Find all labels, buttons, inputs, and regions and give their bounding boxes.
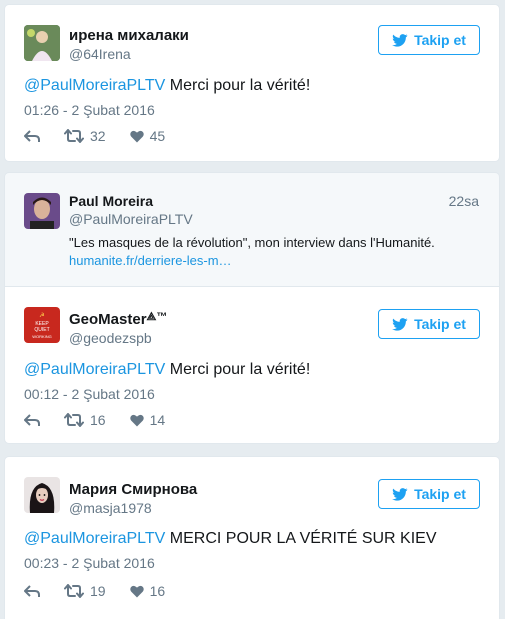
user-name[interactable]: GeoMaster⟁™ [69,311,167,328]
tweet-card: ☭ KEEP QUIET WORKING GeoMaster⟁™ @geodezspb… [4,286,500,444]
like-count: 45 [149,128,166,144]
retweet-button[interactable]: 32 [64,128,106,144]
follow-label: Takip et [414,316,466,332]
tweet-text: @PaulMoreiraPLTV MERCI POUR LA VÉRITÉ SU… [24,530,437,548]
user-handle[interactable]: @masja1978 [69,500,152,516]
tweet-body: MERCI POUR LA VÉRITÉ SUR KIEV [165,530,437,547]
quoted-link[interactable]: humanite.fr/derriere-les-m… [69,253,232,268]
tweet-card: ирена михалаки @64Irena Takip et @PaulMo… [4,4,500,162]
tweet-text: @PaulMoreiraPLTV Merci pour la vérité! [24,361,310,379]
user-name-text: GeoMaster [69,311,147,328]
avatar[interactable]: ☭ KEEP QUIET WORKING [24,307,60,343]
quoted-tweet[interactable]: Paul Moreira @PaulMoreiraPLTV 22sa "Les … [4,172,500,286]
user-handle[interactable]: @geodezspb [69,330,152,346]
follow-label: Takip et [414,486,466,502]
retweet-icon [64,129,84,143]
avatar[interactable] [24,25,60,61]
retweet-button[interactable]: 16 [64,412,106,428]
mention-link[interactable]: @PaulMoreiraPLTV [24,77,165,94]
heart-icon [129,414,144,426]
quoted-user-name[interactable]: Paul Moreira [69,193,153,209]
reply-icon [24,414,40,426]
follow-button[interactable]: Takip et [378,309,480,339]
heart-icon [129,585,144,597]
tweet-text: @PaulMoreiraPLTV Merci pour la vérité! [24,77,310,95]
user-name[interactable]: Мария Смирнова [69,481,197,498]
timestamp[interactable]: 00:23 - 2 Şubat 2016 [24,555,155,571]
follow-button[interactable]: Takip et [378,479,480,509]
like-button[interactable]: 45 [129,128,166,144]
reply-icon [24,585,40,597]
timestamp[interactable]: 00:12 - 2 Şubat 2016 [24,386,155,402]
tweet-actions: 32 45 [24,128,189,144]
user-name-suffix: ⟁™ [146,311,168,323]
retweet-icon [64,413,84,427]
twitter-bird-icon [392,487,408,501]
tweet-body: Merci pour la vérité! [165,361,311,378]
user-name[interactable]: ирена михалаки [69,27,189,44]
mention-link[interactable]: @PaulMoreiraPLTV [24,530,165,547]
avatar[interactable] [24,477,60,513]
reply-button[interactable] [24,129,40,143]
retweet-count: 32 [90,128,106,144]
follow-button[interactable]: Takip et [378,25,480,55]
quoted-time[interactable]: 22sa [449,193,479,209]
reply-icon [24,130,40,142]
retweet-count: 19 [90,583,106,599]
quoted-user-handle[interactable]: @PaulMoreiraPLTV [69,211,193,227]
retweet-button[interactable]: 19 [64,583,106,599]
retweet-icon [64,584,84,598]
mention-link[interactable]: @PaulMoreiraPLTV [24,361,165,378]
svg-text:QUIET: QUIET [34,327,49,333]
like-count: 14 [149,412,166,428]
reply-button[interactable] [24,413,40,427]
tweet-body: Merci pour la vérité! [165,77,311,94]
quoted-text: "Les masques de la révolution", mon inte… [69,235,435,250]
like-count: 16 [149,583,166,599]
twitter-bird-icon [392,33,408,47]
avatar[interactable] [24,193,60,229]
svg-text:☭: ☭ [39,312,44,319]
heart-icon [129,130,144,142]
tweet-card: Мария Смирнова @masja1978 Takip et @Paul… [4,456,500,619]
timestamp[interactable]: 01:26 - 2 Şubat 2016 [24,102,155,118]
tweet-actions: 19 16 [24,583,189,599]
follow-label: Takip et [414,32,466,48]
retweet-count: 16 [90,412,106,428]
like-button[interactable]: 16 [129,583,166,599]
like-button[interactable]: 14 [129,412,166,428]
reply-button[interactable] [24,584,40,598]
tweet-actions: 16 14 [24,412,189,428]
user-handle[interactable]: @64Irena [69,46,131,62]
svg-text:WORKING: WORKING [32,334,52,339]
twitter-bird-icon [392,317,408,331]
